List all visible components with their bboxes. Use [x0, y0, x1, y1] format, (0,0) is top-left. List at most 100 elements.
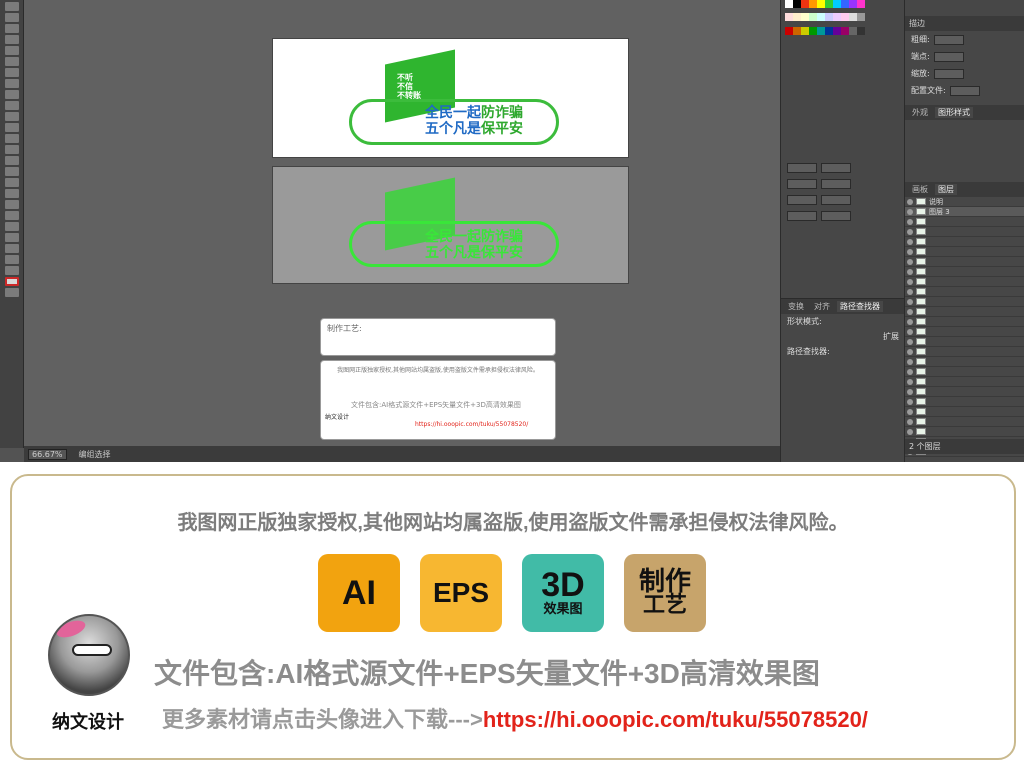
pencil-tool-icon[interactable] — [5, 79, 19, 88]
eyedropper-tool-icon[interactable] — [5, 189, 19, 198]
column-graph-tool-icon[interactable] — [5, 222, 19, 231]
visibility-eye-icon[interactable] — [907, 388, 913, 395]
color-swatch[interactable] — [857, 0, 865, 8]
color-swatch[interactable] — [817, 0, 825, 8]
profile-field[interactable] — [949, 85, 980, 96]
screen-mode-icon[interactable] — [5, 288, 19, 297]
direct-selection-tool-icon[interactable] — [5, 13, 19, 22]
color-swatch[interactable] — [833, 26, 841, 35]
layer-sublayer-row[interactable] — [905, 397, 1024, 407]
paintbrush-tool-icon[interactable] — [5, 68, 19, 77]
shape-builder-tool-icon[interactable] — [5, 145, 19, 154]
layer-sublayer-row[interactable] — [905, 347, 1024, 357]
color-swatch[interactable] — [849, 26, 857, 35]
designer-avatar[interactable] — [48, 614, 130, 696]
visibility-eye-icon[interactable] — [907, 258, 913, 265]
color-swatch[interactable] — [817, 13, 825, 22]
scale-field[interactable] — [933, 68, 964, 79]
artboard-2-outline-view[interactable]: 全民一起防诈骗 五个凡是保平安 — [272, 166, 629, 284]
rectangle-tool-icon[interactable] — [5, 57, 19, 66]
visibility-eye-icon[interactable] — [907, 358, 913, 365]
layer-sublayer-row[interactable] — [905, 227, 1024, 237]
visibility-eye-icon[interactable] — [907, 238, 913, 245]
kerning-field[interactable] — [787, 195, 817, 205]
slice-tool-icon[interactable] — [5, 244, 19, 253]
color-swatch[interactable] — [809, 0, 817, 8]
perspective-grid-tool-icon[interactable] — [5, 156, 19, 165]
color-swatch[interactable] — [841, 26, 849, 35]
visibility-eye-icon[interactable] — [907, 278, 913, 285]
designer-url-link[interactable]: https://hi.ooopic.com/tuku/55078520/ — [483, 707, 868, 732]
color-swatch[interactable] — [785, 13, 793, 22]
layer-sublayer-row[interactable] — [905, 217, 1024, 227]
tracking-field[interactable] — [821, 195, 851, 205]
tab-layers[interactable]: 图层 — [935, 184, 957, 195]
layer-sublayer-row[interactable] — [905, 237, 1024, 247]
zoom-field[interactable]: 66.67% — [28, 448, 67, 460]
color-swatch[interactable] — [793, 0, 801, 8]
artboard-1[interactable]: 不听 不信 不转账 全民一起防诈骗 五个凡是保平安 — [272, 38, 629, 158]
layer-sublayer-row[interactable] — [905, 287, 1024, 297]
color-swatch[interactable] — [793, 26, 801, 35]
color-swatch[interactable] — [849, 0, 857, 8]
expand-button[interactable]: 扩展 — [781, 329, 905, 344]
color-swatch[interactable] — [825, 0, 833, 8]
pen-tool-icon[interactable] — [5, 24, 19, 33]
gradient-tool-icon[interactable] — [5, 178, 19, 187]
baseline-field[interactable] — [787, 211, 817, 221]
color-swatch[interactable] — [785, 0, 793, 8]
visibility-eye-icon[interactable] — [907, 328, 913, 335]
line-tool-icon[interactable] — [5, 46, 19, 55]
color-swatch[interactable] — [841, 0, 849, 8]
layer-sublayer-row[interactable] — [905, 377, 1024, 387]
color-swatch[interactable] — [793, 13, 801, 22]
color-swatch[interactable] — [857, 13, 865, 22]
visibility-eye-icon[interactable] — [907, 428, 913, 435]
tab-pathfinder[interactable]: 路径查找器 — [837, 301, 883, 312]
color-swatch[interactable] — [841, 13, 849, 22]
color-swatch[interactable] — [825, 26, 833, 35]
visibility-eye-icon[interactable] — [907, 228, 913, 235]
symbol-sprayer-tool-icon[interactable] — [5, 211, 19, 220]
eraser-tool-icon[interactable] — [5, 90, 19, 99]
weight-field[interactable] — [933, 34, 964, 45]
color-swatch[interactable] — [817, 26, 825, 35]
free-transform-tool-icon[interactable] — [5, 134, 19, 143]
layer-sublayer-row[interactable] — [905, 407, 1024, 417]
warp-tool-icon[interactable] — [5, 123, 19, 132]
hand-tool-icon[interactable] — [5, 255, 19, 264]
visibility-eye-icon[interactable] — [907, 288, 913, 295]
visibility-eye-icon[interactable] — [907, 418, 913, 425]
visibility-eye-icon[interactable] — [907, 198, 913, 205]
tab-graphic-styles[interactable]: 图形样式 — [935, 107, 973, 118]
visibility-eye-icon[interactable] — [907, 248, 913, 255]
layer-sublayer-row[interactable] — [905, 387, 1024, 397]
visibility-eye-icon[interactable] — [907, 378, 913, 385]
color-swatch[interactable] — [809, 13, 817, 22]
scale-tool-icon[interactable] — [5, 112, 19, 121]
swatches-panel[interactable] — [785, 0, 867, 40]
scale-h-field[interactable] — [821, 179, 851, 189]
visibility-eye-icon[interactable] — [907, 348, 913, 355]
blend-tool-icon[interactable] — [5, 200, 19, 209]
layer-sublayer-row[interactable] — [905, 257, 1024, 267]
color-swatch[interactable] — [801, 26, 809, 35]
color-swatch[interactable] — [785, 26, 793, 35]
type-tool-icon[interactable] — [5, 35, 19, 44]
mesh-tool-icon[interactable] — [5, 167, 19, 176]
fill-stroke-icon[interactable] — [5, 277, 19, 286]
visibility-eye-icon[interactable] — [907, 218, 913, 225]
layer-sublayer-row[interactable] — [905, 367, 1024, 377]
layer-row-layer3[interactable]: 图层 3 — [905, 207, 1024, 217]
layer-sublayer-row[interactable] — [905, 277, 1024, 287]
color-swatch[interactable] — [801, 13, 809, 22]
selection-tool-icon[interactable] — [5, 2, 19, 11]
scale-v-field[interactable] — [787, 179, 817, 189]
artboard-tool-icon[interactable] — [5, 233, 19, 242]
layer-sublayer-row[interactable] — [905, 297, 1024, 307]
visibility-eye-icon[interactable] — [907, 398, 913, 405]
layer-row-description[interactable]: 说明 — [905, 197, 1024, 207]
layer-sublayer-row[interactable] — [905, 337, 1024, 347]
layer-sublayer-row[interactable] — [905, 317, 1024, 327]
cap-field[interactable] — [933, 51, 964, 62]
